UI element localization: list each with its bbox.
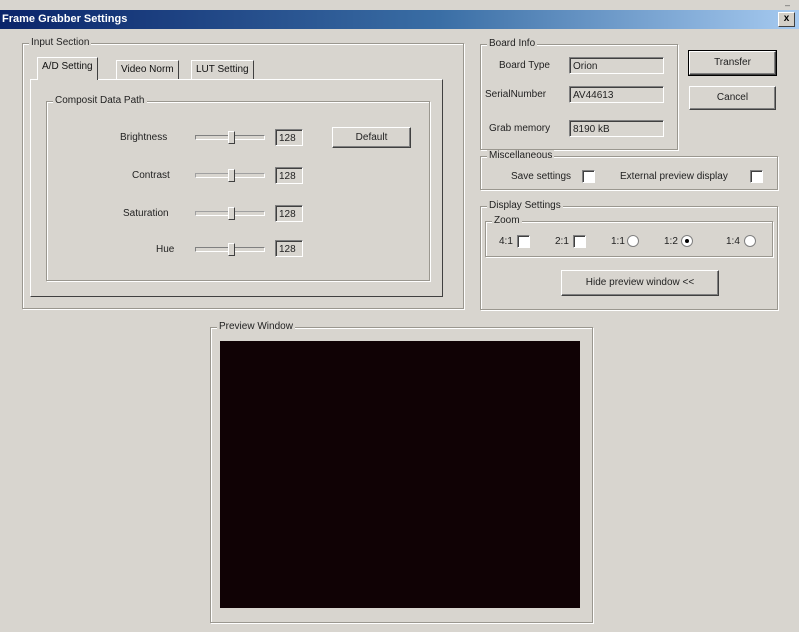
tab-label: LUT Setting bbox=[196, 64, 249, 75]
hue-value-field[interactable]: 128 bbox=[275, 240, 303, 257]
zoom-1-2-label: 1:2 bbox=[664, 236, 678, 247]
zoom-4-1-label: 4:1 bbox=[499, 236, 513, 247]
board-type-label: Board Type bbox=[499, 60, 550, 71]
zoom-1-4-label: 1:4 bbox=[726, 236, 740, 247]
contrast-label: Contrast bbox=[132, 170, 170, 181]
serial-number-label: SerialNumber bbox=[485, 89, 547, 100]
display-settings-legend: Display Settings bbox=[487, 200, 563, 211]
slider-thumb[interactable] bbox=[228, 169, 235, 182]
saturation-slider[interactable] bbox=[192, 204, 268, 222]
zoom-1-1-radio[interactable] bbox=[627, 235, 639, 247]
tab-label: Video Norm bbox=[121, 64, 174, 75]
tab-label: A/D Setting bbox=[42, 61, 93, 72]
slider-thumb[interactable] bbox=[228, 207, 235, 220]
external-preview-label: External preview display bbox=[620, 171, 728, 182]
close-icon: x bbox=[783, 13, 790, 24]
board-type-field: Orion bbox=[569, 57, 664, 74]
transfer-button[interactable]: Transfer bbox=[688, 50, 777, 76]
misc-legend: Miscellaneous bbox=[487, 150, 555, 161]
saturation-value-field[interactable]: 128 bbox=[275, 205, 303, 222]
window-title: Frame Grabber Settings bbox=[2, 13, 128, 25]
brightness-slider[interactable] bbox=[192, 128, 268, 146]
corner-glyph: – bbox=[785, 0, 791, 10]
close-button[interactable]: x bbox=[778, 12, 795, 27]
saturation-label: Saturation bbox=[123, 208, 169, 219]
zoom-legend: Zoom bbox=[492, 215, 522, 226]
contrast-slider[interactable] bbox=[192, 166, 268, 184]
slider-thumb[interactable] bbox=[228, 243, 235, 256]
save-settings-checkbox[interactable] bbox=[582, 170, 595, 183]
zoom-4-1-box[interactable] bbox=[517, 235, 530, 248]
tab-video-norm[interactable]: Video Norm bbox=[116, 60, 179, 79]
grab-memory-label: Grab memory bbox=[489, 123, 551, 134]
cancel-button[interactable]: Cancel bbox=[689, 86, 776, 110]
tab-lut-setting[interactable]: LUT Setting bbox=[191, 60, 254, 79]
slider-thumb[interactable] bbox=[228, 131, 235, 144]
input-section-legend: Input Section bbox=[29, 37, 92, 48]
default-button[interactable]: Default bbox=[332, 127, 411, 148]
zoom-1-4-radio[interactable] bbox=[744, 235, 756, 247]
hue-slider[interactable] bbox=[192, 240, 268, 258]
contrast-value-field[interactable]: 128 bbox=[275, 167, 303, 184]
preview-canvas bbox=[220, 341, 580, 608]
tab-ad-setting[interactable]: A/D Setting bbox=[37, 57, 98, 80]
grab-memory-field: 8190 kB bbox=[569, 120, 664, 137]
zoom-2-1-box[interactable] bbox=[573, 235, 586, 248]
zoom-2-1-label: 2:1 bbox=[555, 236, 569, 247]
zoom-1-1-label: 1:1 bbox=[611, 236, 625, 247]
hide-preview-button[interactable]: Hide preview window << bbox=[561, 270, 719, 296]
serial-number-field: AV44613 bbox=[569, 86, 664, 103]
zoom-1-2-radio[interactable] bbox=[681, 235, 693, 247]
composit-data-path-legend: Composit Data Path bbox=[53, 95, 147, 106]
preview-window-legend: Preview Window bbox=[217, 321, 295, 332]
hue-label: Hue bbox=[156, 244, 175, 255]
title-bar: Frame Grabber Settings x bbox=[0, 10, 799, 29]
external-preview-checkbox[interactable] bbox=[750, 170, 763, 183]
board-info-legend: Board Info bbox=[487, 38, 538, 49]
save-settings-label: Save settings bbox=[511, 171, 572, 182]
brightness-value-field[interactable]: 128 bbox=[275, 129, 303, 146]
brightness-label: Brightness bbox=[120, 132, 168, 143]
